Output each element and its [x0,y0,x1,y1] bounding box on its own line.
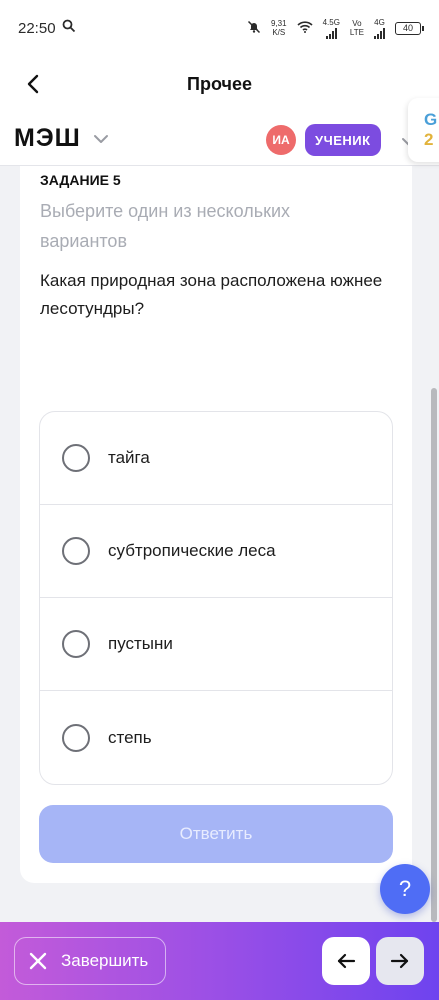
search-icon [62,19,76,37]
status-bar: 22:50 9,31 K/S 4.5G Vo LTE 4G 40 [0,0,439,56]
net-type-2-label: 4G [374,17,385,27]
radio-icon[interactable] [62,723,90,752]
back-button[interactable] [18,68,50,100]
signal-icon [325,27,337,39]
wifi-icon [297,21,313,35]
answer-option[interactable]: пустыни [40,598,392,691]
task-hint: Выберите один из нескольких вариантов [40,201,291,251]
signal-icon [374,27,385,39]
battery-icon: 40 [395,21,424,35]
arrow-left-icon [337,953,356,969]
mesh-logo[interactable]: МЭШ [14,124,81,153]
finish-label: Завершить [61,951,149,970]
task-card: ЗАДАНИЕ 5 Выберите один из нескольких ва… [20,166,412,883]
answer-option[interactable]: степь [40,691,392,784]
arrow-right-icon [390,953,409,969]
answer-option[interactable]: субтропические леса [40,505,392,598]
status-indicators: 9,31 K/S 4.5G Vo LTE 4G 40 [247,18,424,39]
answer-option[interactable]: тайга [40,412,392,505]
bottom-bar: Завершить [0,922,439,1000]
task-label: ЗАДАНИЕ 5 [40,172,121,188]
next-button[interactable] [376,937,424,985]
option-label: субтропические леса [108,541,276,560]
net-speed-unit: K/S [272,28,286,37]
answer-options: тайга субтропические леса пустыни степь [39,411,393,785]
previous-button[interactable] [322,937,370,985]
side-widget[interactable]: G 2 [408,98,439,162]
net-speed-value: 9,31 [271,19,287,28]
side-widget-line2: 2 [424,130,434,149]
radio-icon[interactable] [62,537,90,565]
question-text: Какая природная зона расположена южнее л… [40,271,383,318]
app-bar: Прочее [0,56,439,112]
volte-top: Vo [352,19,362,28]
volte-bottom: LTE [349,28,364,37]
net-speed: 9,31 K/S [271,19,287,37]
radio-icon[interactable] [62,630,90,658]
help-button[interactable]: ? [380,864,430,914]
submit-button[interactable]: Ответить [39,805,393,863]
mute-bell-icon [247,20,261,36]
page-title: Прочее [187,73,252,94]
status-time: 22:50 [18,19,56,37]
avatar[interactable]: ИА [266,125,296,155]
chevron-left-icon [27,74,39,94]
finish-button[interactable]: Завершить [14,937,166,985]
net-type-1-label: 4.5G [322,17,340,27]
volte-indicator: Vo LTE [350,19,364,37]
option-label: пустыни [108,634,173,653]
radio-icon[interactable] [62,444,90,472]
close-icon [29,952,47,970]
net-type-2: 4G [374,18,385,39]
scrollbar[interactable] [431,388,437,922]
net-type-1: 4.5G [323,18,340,39]
option-label: степь [108,727,152,747]
mesh-header: МЭШ ИА УЧЕНИК [0,112,439,166]
side-widget-line1: G [424,110,438,129]
option-label: тайга [108,448,150,467]
chevron-down-icon[interactable] [93,131,109,149]
role-badge[interactable]: УЧЕНИК [305,124,381,156]
